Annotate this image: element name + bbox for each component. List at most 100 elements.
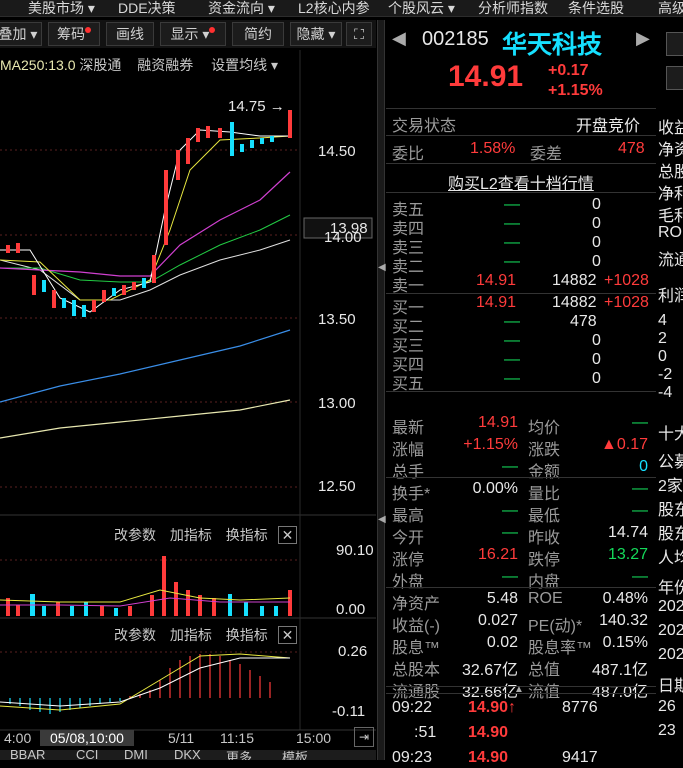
ma-settings-button[interactable]: 设置均线 ▾	[211, 57, 278, 73]
menu-item-advanced[interactable]: 高级	[658, 0, 683, 16]
stat-value: +1.15%	[463, 436, 518, 453]
stat-label: 涨停	[392, 552, 425, 569]
chip-button[interactable]: 筹码	[48, 22, 100, 46]
weicha-label: 委差	[530, 146, 563, 163]
stat-label: 涨幅	[392, 442, 425, 459]
buy-change: +1028	[604, 294, 649, 311]
stat-label: 净资产	[392, 596, 441, 613]
simple-button[interactable]: 简约	[232, 22, 284, 46]
tick-row: 09:22 14.90↑ 8776	[386, 699, 656, 718]
stat-value: 140.32	[599, 612, 648, 629]
weicha-value: 478	[618, 140, 645, 157]
f10-panel-text: 日期	[658, 678, 683, 695]
overlay-button[interactable]: 叠加 ▾	[0, 22, 42, 46]
buy-volume: 0	[592, 351, 601, 368]
macd-edit-params-button[interactable]: 改参数	[114, 627, 156, 643]
f10-side-panel: 收益净资总股净利毛利ROE流通利润420-2-4十大公募2家股东股东人均年份20…	[656, 20, 683, 760]
side-tab-button[interactable]	[666, 32, 683, 56]
tick-price: 14.90	[468, 724, 509, 741]
draw-line-button[interactable]: 画线	[106, 22, 154, 46]
macd-axis-bottom: -0.11	[332, 703, 366, 720]
tab-more[interactable]: 更多	[226, 750, 252, 760]
display-button[interactable]: 显示 ▾	[160, 22, 226, 46]
stat-label: 涨跌	[528, 442, 561, 459]
order-book-row: 买二 — 478	[386, 313, 656, 336]
price-axis-1350: 13.50	[318, 311, 356, 328]
prev-stock-icon[interactable]: ◀	[392, 28, 406, 49]
tick-time: 09:23	[392, 749, 433, 766]
scroll-end-icon[interactable]: ⇥	[354, 727, 374, 747]
stat-label: PE(动)*	[528, 618, 583, 635]
ma-legend: MA250:13.0 深股通 融资融券 设置均线 ▾	[0, 55, 278, 75]
vol-edit-params-button[interactable]: 改参数	[114, 527, 156, 543]
tick-time: 09:22	[392, 699, 433, 716]
macd-switch-indicator-button[interactable]: 换指标	[226, 627, 268, 643]
time-cursor-label: 05/08,10:00	[40, 730, 134, 746]
weibi-row: 委比 1.58% 委差 478	[386, 140, 656, 163]
tick-row: 09:23 14.90 9417	[386, 749, 656, 768]
f10-panel-text: 公募	[658, 454, 683, 471]
menu-item-us-market[interactable]: 美股市场 ▾	[28, 0, 95, 16]
side-tab-button[interactable]	[666, 66, 683, 90]
time-label: 5/11	[168, 730, 195, 746]
time-label: 4:00	[4, 730, 32, 746]
f10-panel-text: 股东	[658, 526, 683, 543]
stats-row: 涨停 16.21 跌停 13.27	[386, 546, 656, 569]
tick-row: :51 14.90	[386, 724, 656, 743]
tab-bbar[interactable]: BBAR	[10, 750, 45, 760]
collapse-left-icon[interactable]: ◀	[378, 262, 386, 286]
sell-volume: 0	[592, 253, 601, 270]
macd-close-icon[interactable]: ✕	[277, 626, 298, 644]
menu-item-capital-flow[interactable]: 资金流向 ▾	[208, 0, 275, 16]
tick-time: :51	[414, 724, 437, 741]
panel-splitter[interactable]	[377, 20, 385, 760]
collapse-left-icon[interactable]: ◀	[378, 514, 386, 538]
buy-volume: 478	[570, 313, 597, 330]
next-stock-icon[interactable]: ▶	[636, 28, 650, 49]
order-book-row: 买一 14.91 14882 +1028	[386, 294, 656, 317]
price-axis-1250: 12.50	[318, 478, 356, 495]
order-book-row: 买四 — 0	[386, 351, 656, 374]
buy-price: 14.91	[476, 294, 517, 311]
sell-price: —	[504, 196, 520, 213]
order-book-row: 卖四 — 0	[386, 215, 656, 238]
stat-label: 昨收	[528, 530, 561, 547]
vol-axis-top: 90.10	[336, 542, 374, 559]
buy-price: —	[504, 313, 520, 330]
shenguotong-label[interactable]: 深股通	[79, 57, 121, 73]
menu-item-stock-news[interactable]: 个股风云 ▾	[388, 0, 455, 16]
menu-item-analyst[interactable]: 分析师指数	[478, 0, 548, 16]
trade-status-label: 交易状态	[392, 118, 457, 135]
hide-button[interactable]: 隐藏 ▾	[290, 22, 342, 46]
stat-label: 总股本	[392, 662, 441, 679]
stock-code: 002185	[422, 28, 489, 50]
tab-template[interactable]: 模板	[282, 750, 308, 760]
stats-row: 外盘 — 内盘 —	[386, 568, 656, 591]
menu-item-dde[interactable]: DDE决策	[118, 0, 176, 16]
menu-item-screener[interactable]: 条件选股	[568, 0, 624, 16]
stat-label: 总值	[528, 662, 561, 679]
tab-dkx[interactable]: DKX	[174, 750, 201, 760]
vol-switch-indicator-button[interactable]: 换指标	[226, 527, 268, 543]
vol-close-icon[interactable]: ✕	[277, 526, 298, 544]
margin-trading-label[interactable]: 融资融券	[137, 57, 193, 73]
stat-value: ▲0.17	[601, 436, 648, 453]
macd-add-indicator-button[interactable]: 加指标	[170, 627, 212, 643]
order-book-row: 卖三 — 0	[386, 234, 656, 257]
f10-panel-text: 23	[658, 722, 676, 739]
stats-row: 换手* 0.00% 量比 —	[386, 480, 656, 503]
stats-row: 净资产 5.48 ROE 0.48%	[386, 590, 656, 613]
menu-item-l2[interactable]: L2核心内参	[298, 0, 370, 16]
stat-value: —	[502, 524, 518, 541]
stat-value: —	[632, 502, 648, 519]
stat-label: ROE	[528, 590, 563, 607]
ma250-label: MA250:13.0	[0, 57, 76, 73]
stat-label: 最新	[392, 420, 425, 437]
tab-cci[interactable]: CCI	[76, 750, 98, 760]
sell-change: +1028	[604, 272, 649, 289]
f10-panel-text: ROE	[658, 224, 683, 241]
fullscreen-icon[interactable]: ⛶	[346, 22, 372, 46]
buy-l2-link[interactable]: 购买L2查看十档行情	[448, 170, 594, 194]
tab-dmi[interactable]: DMI	[124, 750, 148, 760]
vol-add-indicator-button[interactable]: 加指标	[170, 527, 212, 543]
